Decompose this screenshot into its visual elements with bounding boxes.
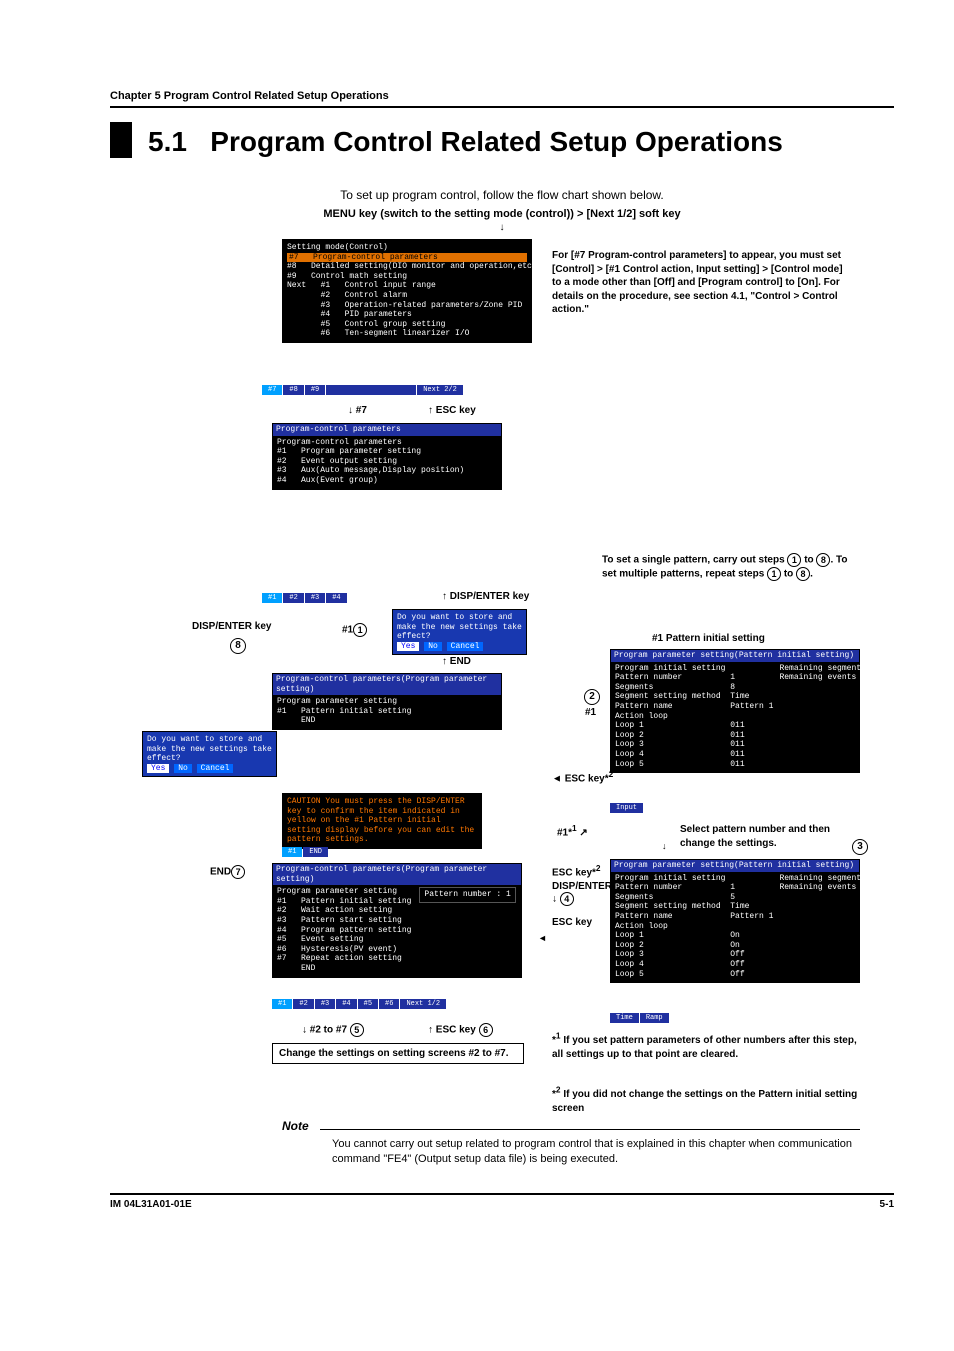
screen-setting-mode: Setting mode(Control) #7 Program-control… (282, 239, 532, 343)
right-note-1: For [#7 Program-control parameters] to a… (552, 249, 852, 317)
caution-box: CAUTION You must press the DISP/ENTER ke… (282, 793, 482, 849)
step-2: 2 (584, 689, 600, 705)
label-esc-1: ↑ ESC key (428, 405, 476, 416)
section-title: 5.1 Program Control Related Setup Operat… (110, 122, 894, 158)
flow-diagram: Setting mode(Control) #7 Program-control… (132, 233, 872, 1173)
screen-program-control-params: Program-control parameters Program-contr… (272, 423, 502, 490)
footnote-1: *1 If you set pattern parameters of othe… (552, 1031, 862, 1061)
label-esc-4: ESC key (552, 917, 592, 928)
down-arrow-icon: ↓ (110, 222, 894, 233)
section-heading: Program Control Related Setup Operations (210, 126, 783, 157)
label-esc-star-a: ◄ ESC key*2 (552, 769, 613, 784)
confirm-dialog-left: Do you want to store and make the new se… (142, 731, 277, 777)
label-pattern-initial: #1 Pattern initial setting (652, 633, 765, 644)
page-footer: IM 04L31A01-01E 5-1 (110, 1193, 894, 1210)
footnote-2: *2 If you did not change the settings on… (552, 1085, 862, 1115)
note-label: Note (282, 1119, 309, 1133)
step-3: 3 (852, 839, 868, 855)
tab-strip-4: #1 #2 #3 #4 #5 #6 Next 1/2 (272, 999, 446, 1009)
menu-path: MENU key (switch to the setting mode (co… (110, 208, 894, 220)
label-end-left: END7 (210, 865, 245, 879)
left-arrow-4: ◄ (538, 933, 547, 943)
screen-program-param-setting: Program-control parameters(Program param… (272, 673, 502, 730)
select-pattern-text: Select pattern number and then change th… (680, 823, 860, 850)
screen-pattern-initial-a: Program parameter setting(Pattern initia… (610, 649, 860, 773)
tab-strip-2: #1#2#3#4 (262, 593, 347, 603)
label-disp-enter-left: DISP/ENTER key (192, 621, 271, 632)
change-settings-box: Change the settings on setting screens #… (272, 1043, 524, 1064)
label-num7: ↓ #7 (348, 405, 367, 416)
footer-doc-id: IM 04L31A01-01E (110, 1199, 192, 1210)
right-note-2: To set a single pattern, carry out steps… (602, 553, 862, 581)
label-end-mid: ↑ END (442, 656, 471, 667)
footer-page-number: 5-1 (880, 1199, 894, 1210)
tab-strip-3: #1END (282, 847, 328, 857)
down-arrow-3: ↓ (662, 841, 667, 851)
confirm-dialog-mid: Do you want to store and make the new se… (392, 609, 527, 655)
label-num1-right: #1 (585, 707, 596, 718)
label-num1-star: #1*1 ↗ (557, 823, 588, 838)
step-8: 8 (230, 638, 246, 654)
label-num1-1: #11 (342, 623, 367, 637)
tab-strip-pb: Time Ramp (610, 1013, 669, 1023)
intro-text: To set up program control, follow the fl… (110, 188, 894, 202)
label-esc-star-b: ESC key*2 (552, 863, 601, 878)
label-disp-enter-1: ↑ DISP/ENTER key (442, 591, 529, 602)
section-number: 5.1 (148, 126, 187, 157)
screen-program-param-setting-2: Program-control parameters(Program param… (272, 863, 522, 978)
running-header: Chapter 5 Program Control Related Setup … (110, 90, 894, 108)
tab-strip-1: #7 #8 #9 Next 2/2 (262, 385, 463, 395)
screen-pattern-initial-b: Program parameter setting(Pattern initia… (610, 859, 860, 983)
label-2to7: ↓ #2 to #7 5 (302, 1023, 364, 1037)
label-esc-6: ↑ ESC key 6 (428, 1023, 493, 1037)
tab-strip-pa: Input (610, 803, 643, 813)
note-body: You cannot carry out setup related to pr… (332, 1137, 852, 1167)
